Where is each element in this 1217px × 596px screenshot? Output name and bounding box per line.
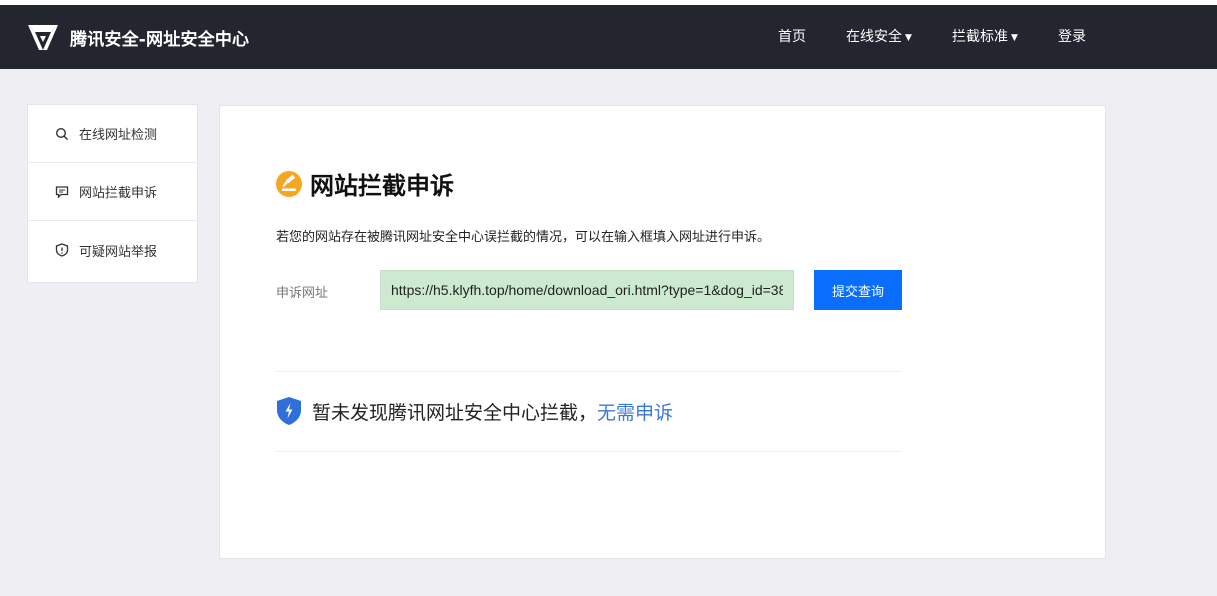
shield-lightning-icon bbox=[277, 397, 301, 425]
nav-online-security[interactable]: 在线安全 ▼ bbox=[846, 5, 912, 69]
sidebar-item-online-check[interactable]: 在线网址检测 bbox=[28, 105, 197, 163]
submit-query-button[interactable]: 提交查询 bbox=[814, 270, 902, 310]
sidebar-item-report[interactable]: 可疑网站举报 bbox=[28, 221, 197, 279]
brand[interactable]: 腾讯安全-网址安全中心 bbox=[26, 20, 249, 54]
top-navbar: 腾讯安全-网址安全中心 首页 在线安全 ▼ 拦截标准 ▼ 登录 bbox=[0, 5, 1217, 69]
url-input[interactable] bbox=[380, 270, 794, 310]
search-icon bbox=[55, 127, 69, 140]
nav-block-standard-label: 拦截标准 bbox=[952, 29, 1008, 45]
description-text: 若您的网站存在被腾讯网址安全中心误拦截的情况，可以在输入框填入网址进行申诉。 bbox=[276, 230, 771, 245]
result-row: 暂未发现腾讯网址安全中心拦截， 无需申诉 bbox=[276, 396, 673, 426]
caret-down-icon: ▼ bbox=[1011, 33, 1018, 43]
divider bbox=[276, 371, 901, 372]
gavel-icon bbox=[276, 170, 302, 197]
nav-login-label: 登录 bbox=[1058, 29, 1086, 45]
divider bbox=[276, 451, 901, 452]
page-title: 网站拦截申诉 bbox=[310, 172, 454, 200]
brand-name: 腾讯安全-网址安全中心 bbox=[70, 29, 250, 50]
page-title-row: 网站拦截申诉 bbox=[276, 166, 454, 201]
shield-icon bbox=[55, 243, 69, 257]
nav-home[interactable]: 首页 bbox=[778, 5, 806, 69]
sidebar-item-label: 可疑网站举报 bbox=[79, 244, 158, 260]
nav-login[interactable]: 登录 bbox=[1058, 5, 1086, 69]
sidebar: 在线网址检测 网站拦截申诉 可疑网站举报 bbox=[27, 104, 198, 283]
nav-home-label: 首页 bbox=[778, 29, 806, 45]
sidebar-item-appeal[interactable]: 网站拦截申诉 bbox=[28, 163, 197, 221]
appeal-panel: 网站拦截申诉 若您的网站存在被腾讯网址安全中心误拦截的情况，可以在输入框填入网址… bbox=[219, 105, 1106, 559]
nav-online-security-label: 在线安全 bbox=[846, 29, 902, 45]
tencent-security-logo-icon bbox=[28, 25, 58, 50]
sidebar-item-label: 网站拦截申诉 bbox=[79, 186, 158, 201]
chat-icon bbox=[55, 185, 69, 199]
nav-block-standard[interactable]: 拦截标准 ▼ bbox=[952, 5, 1018, 69]
result-message: 暂未发现腾讯网址安全中心拦截， bbox=[312, 401, 598, 424]
no-appeal-needed-link[interactable]: 无需申诉 bbox=[597, 398, 673, 425]
url-field-label: 申诉网址 bbox=[276, 286, 329, 301]
sidebar-item-label: 在线网址检测 bbox=[79, 128, 158, 143]
caret-down-icon: ▼ bbox=[905, 33, 912, 43]
